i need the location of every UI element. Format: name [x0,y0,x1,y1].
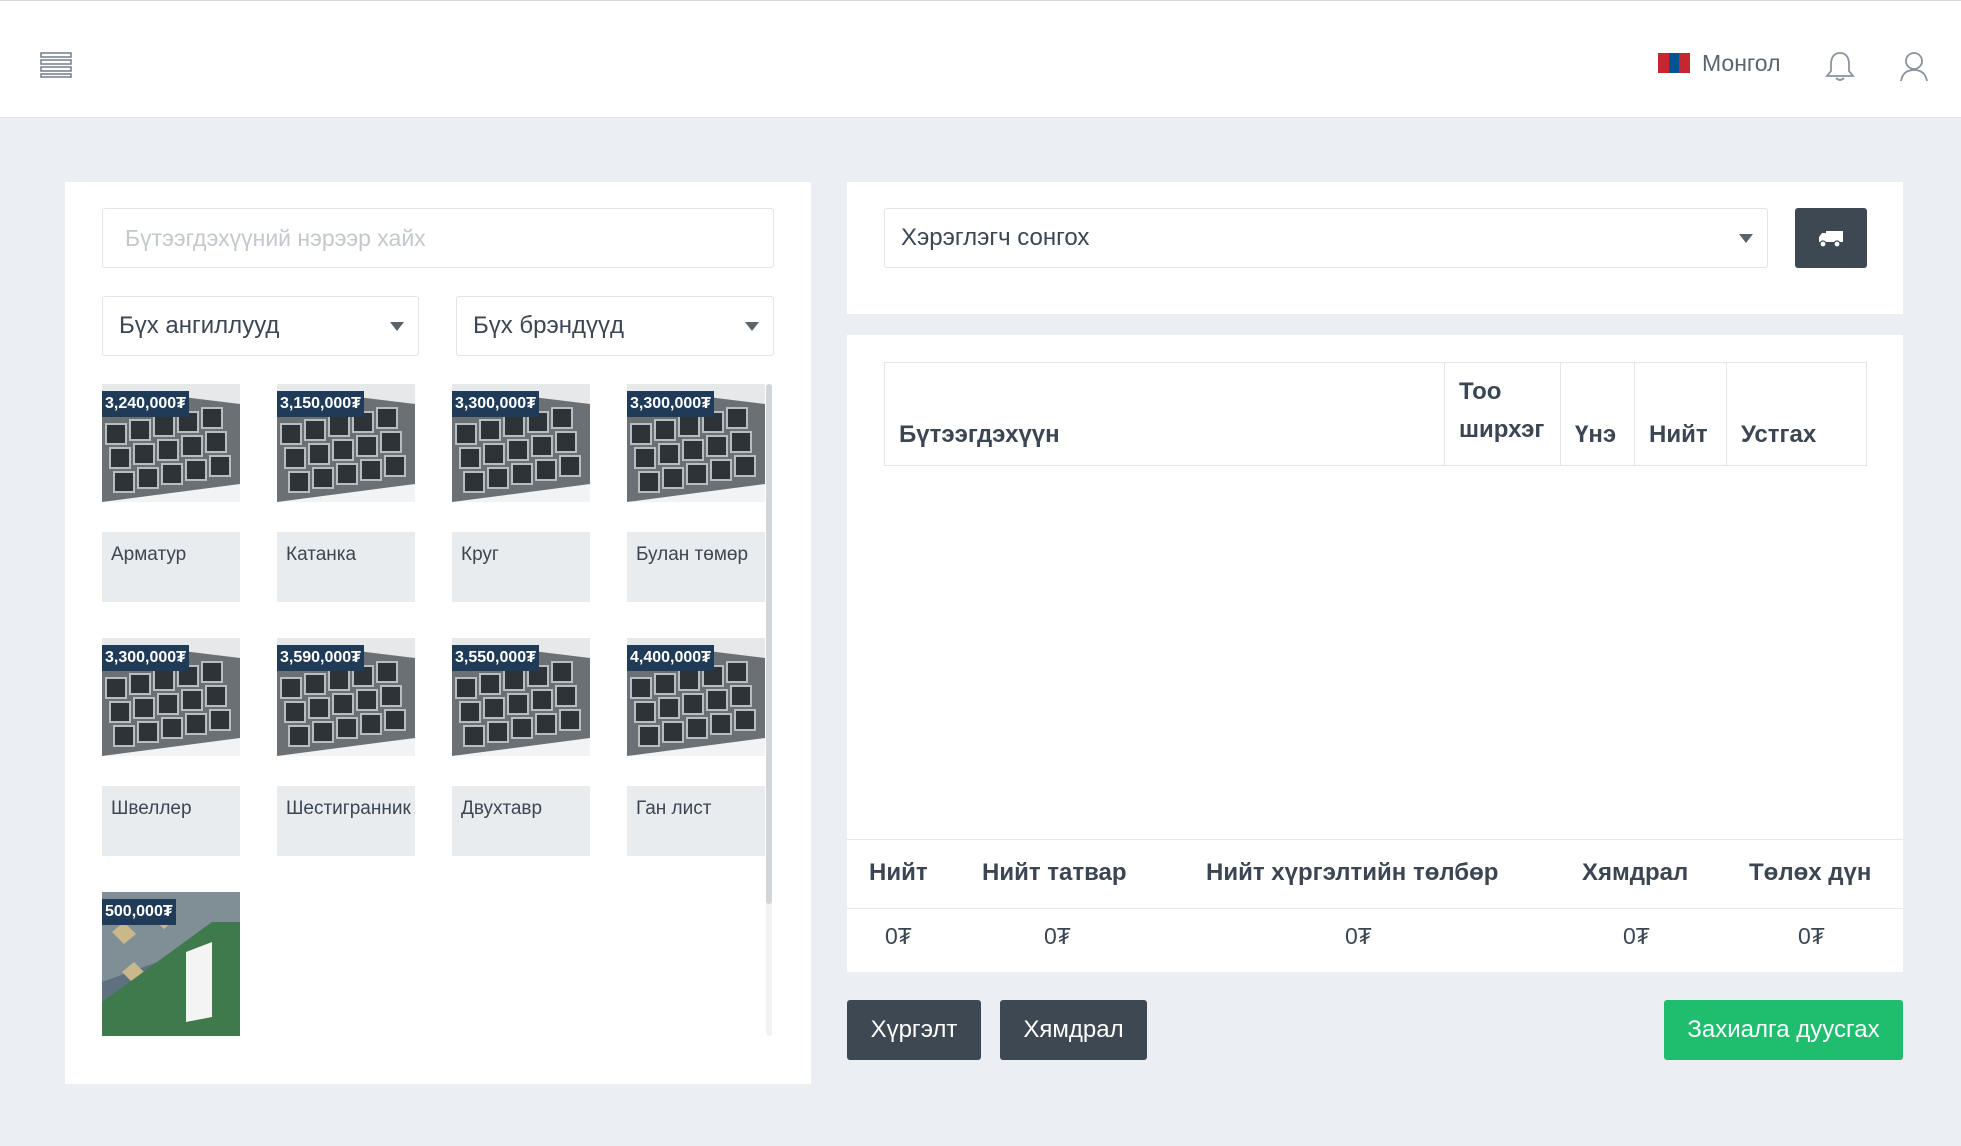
column-header-quantity-line2: ширхэг [1459,416,1545,443]
category-select[interactable]: Бүх ангиллууд [102,296,419,356]
product-grid: 3,240,000₮ Арматур 3,150,000₮ Катанка 3,… [102,384,772,1036]
mongolia-flag-icon [1658,53,1691,73]
category-select-value: Бүх ангиллууд [119,312,280,339]
complete-order-button[interactable]: Захиалга дуусгах [1664,1000,1903,1060]
price-badge: 3,590,000₮ [277,645,364,671]
chevron-down-icon [745,322,759,331]
customer-select[interactable]: Хэрэглэгч сонгох [884,208,1768,268]
tax-value: 0₮ [1044,923,1071,949]
brand-select-value: Бүх брэндүүд [473,312,625,339]
payable-value: 0₮ [1798,923,1825,949]
discount-label: Хямдрал [1582,859,1689,886]
scrollbar-thumb[interactable] [766,384,772,904]
cart-panel: Бүтээгдэхүүн Тоо ширхэг Үнэ Нийт Устгах … [847,335,1903,972]
language-selector[interactable]: Монгол [1658,47,1781,79]
product-card[interactable]: 3,300,000₮ Швеллер [102,638,240,860]
price-badge: 3,150,000₮ [277,391,364,417]
product-card[interactable]: 3,240,000₮ Арматур [102,384,240,606]
language-label: Монгол [1702,49,1781,76]
column-header-price: Үнэ [1561,363,1635,465]
delivery-button[interactable]: Хүргэлт [847,1000,981,1060]
discount-value: 0₮ [1623,923,1650,949]
product-name: Шестигранник [277,786,415,856]
price-badge: 3,300,000₮ [627,391,714,417]
product-panel: Бүх ангиллууд Бүх брэндүүд 3,240,000₮ Ар… [65,182,811,1084]
product-card[interactable]: 3,550,000₮ Двухтавр [452,638,590,860]
product-card[interactable]: 4,400,000₮ Ган лист [627,638,765,860]
delivery-fee-value: 0₮ [1345,923,1372,949]
product-name: Катанка [277,532,415,602]
total-value: 0₮ [885,923,912,949]
column-header-quantity: Тоо ширхэг [1445,363,1561,465]
top-bar: Монгол [0,0,1961,118]
product-card[interactable]: 3,300,000₮ Булан төмөр [627,384,765,606]
product-name: Булан төмөр [627,532,765,602]
user-profile-icon[interactable] [1897,49,1931,83]
product-name: Двухтавр [452,786,590,856]
price-badge: 3,300,000₮ [102,645,189,671]
product-name: Ган лист [627,786,765,856]
product-card[interactable]: 3,300,000₮ Круг [452,384,590,606]
product-card[interactable]: 3,590,000₮ Шестигранник [277,638,415,860]
price-badge: 500,000₮ [102,899,176,925]
chevron-down-icon [390,322,404,331]
product-name: Круг [452,532,590,602]
column-header-quantity-line1: Тоо [1459,378,1502,405]
product-name: Швеллер [102,786,240,856]
product-search-input[interactable] [102,208,774,268]
brand-select[interactable]: Бүх брэндүүд [456,296,774,356]
payable-label: Төлөх дүн [1749,859,1872,886]
product-grid-scrollbar[interactable] [766,384,772,1036]
total-label: Нийт [869,859,928,886]
tax-label: Нийт татвар [982,859,1127,886]
product-card[interactable]: 500,000₮ [102,892,240,1036]
price-badge: 3,240,000₮ [102,391,189,417]
column-header-product: Бүтээгдэхүүн [885,363,1445,465]
notification-bell-icon[interactable] [1823,49,1857,83]
price-badge: 3,300,000₮ [452,391,539,417]
chevron-down-icon [1739,234,1753,243]
discount-button[interactable]: Хямдрал [1000,1000,1147,1060]
column-header-total: Нийт [1635,363,1727,465]
cart-table: Бүтээгдэхүүн Тоо ширхэг Үнэ Нийт Устгах [884,362,1867,466]
menu-icon[interactable] [40,51,72,79]
price-badge: 3,550,000₮ [452,645,539,671]
truck-icon [1819,231,1843,248]
product-card[interactable]: 3,150,000₮ Катанка [277,384,415,606]
product-name: Арматур [102,532,240,602]
delivery-truck-button[interactable] [1795,208,1867,268]
price-badge: 4,400,000₮ [627,645,714,671]
column-header-remove: Устгах [1741,421,1817,448]
delivery-fee-label: Нийт хүргэлтийн төлбөр [1206,859,1499,886]
customer-select-value: Хэрэглэгч сонгох [901,224,1090,251]
customer-panel: Хэрэглэгч сонгох [847,182,1903,314]
